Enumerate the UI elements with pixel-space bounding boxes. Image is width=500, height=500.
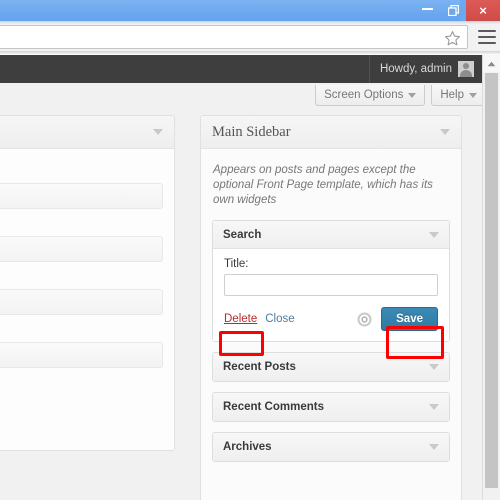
widget-archives-title: Archives [223,441,272,453]
widget-search-title: Search [223,228,262,241]
help-button[interactable]: Help [431,85,486,106]
widget-search: Search Title: Delete Close Save [212,220,450,342]
user-avatar-icon [458,61,474,77]
widget-archives: Archives [212,432,450,462]
screen-meta-toolbar: Screen Options Help [315,85,486,106]
hamburger-menu-icon[interactable] [478,28,496,46]
widget-search-header[interactable]: Search [213,221,449,249]
widget-title-input[interactable] [224,274,438,296]
browser-window: × Howdy, admin Screen Options Help Main … [0,0,500,500]
minimize-button[interactable] [414,0,440,21]
bookmark-star-icon[interactable] [444,30,461,47]
scroll-up-arrow-icon[interactable] [483,55,500,72]
widget-search-actions: Delete Close Save [224,307,438,331]
screen-options-button[interactable]: Screen Options [315,85,426,106]
widget-recent-comments-header[interactable]: Recent Comments [213,393,449,421]
available-widget-description: of categories [0,212,163,224]
chevron-down-icon[interactable] [429,404,439,410]
chevron-down-icon[interactable] [429,444,439,450]
widgets-page-content: e their settings. of categories ress Pag… [0,110,482,500]
howdy-label: Howdy, admin [379,63,452,75]
save-widget-button[interactable]: Save [381,307,438,331]
address-bar[interactable] [0,25,468,49]
widget-recent-comments-title: Recent Comments [223,401,324,413]
titlebar-drag-area[interactable] [0,0,460,21]
browser-toolbar [0,24,500,52]
available-widgets-header[interactable] [0,116,174,149]
maximize-restore-button[interactable] [440,0,466,21]
chevron-down-icon[interactable] [429,231,439,238]
available-widgets-panel: e their settings. of categories ress Pag… [0,115,175,451]
main-sidebar-description: Appears on posts and pages except the op… [213,164,433,206]
close-widget-link[interactable]: Close [265,313,294,325]
chevron-down-icon [469,92,477,98]
page-scrollbar[interactable] [482,55,500,500]
widget-recent-posts-title: Recent Posts [223,361,296,373]
chevron-down-icon[interactable] [440,129,450,135]
howdy-admin-menu[interactable]: Howdy, admin [368,55,482,83]
help-label: Help [440,89,464,101]
available-widgets-body: e their settings. of categories ress Pag… [0,149,174,401]
window-titlebar: × [0,0,500,21]
available-widget-item[interactable] [0,289,163,315]
screen-options-label: Screen Options [324,89,404,101]
widget-search-body: Title: Delete Close Save [213,249,449,341]
main-sidebar-title: Main Sidebar [212,123,291,140]
available-widget-description: ML [0,371,163,383]
main-sidebar-panel: Main Sidebar Appears on posts and pages … [200,115,462,500]
scrollbar-thumb[interactable] [485,73,498,488]
main-sidebar-header[interactable]: Main Sidebar [201,116,461,149]
widget-recent-comments: Recent Comments [212,392,450,422]
widget-recent-posts: Recent Posts [212,352,450,382]
available-widget-item[interactable] [0,342,163,368]
page-viewport: Howdy, admin Screen Options Help Main Si… [0,55,500,500]
available-widget-item[interactable] [0,236,163,262]
close-window-button[interactable]: × [466,0,500,21]
loading-spinner-icon [357,312,372,327]
widget-archives-header[interactable]: Archives [213,433,449,461]
delete-widget-link[interactable]: Delete [224,313,257,325]
available-widgets-note: e their settings. [0,162,163,174]
widget-title-label: Title: [224,258,249,270]
chevron-down-icon [408,92,417,98]
available-widget-description: RSS or Atom feed [0,318,163,330]
window-controls: × [414,0,500,21]
chevron-down-icon[interactable] [153,129,163,135]
chevron-down-icon[interactable] [429,364,439,370]
main-sidebar-body: Appears on posts and pages except the op… [201,149,461,478]
available-widget-item[interactable] [0,183,163,209]
available-widget-description: ress Pages [0,265,163,277]
widget-recent-posts-header[interactable]: Recent Posts [213,353,449,381]
wp-admin-bar: Howdy, admin [0,55,482,83]
